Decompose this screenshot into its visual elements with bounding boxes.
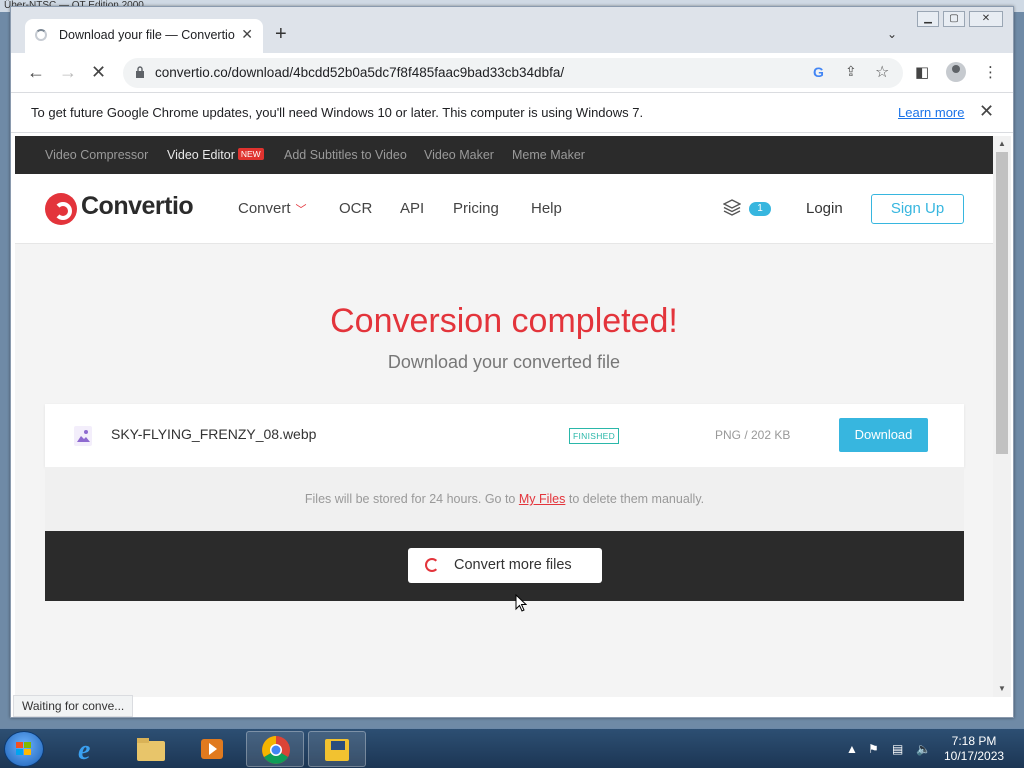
nav-pricing[interactable]: Pricing	[453, 200, 499, 217]
tab-strip: Download your file — Convertio ✕ + ⌄ ▁ ▢…	[11, 7, 1013, 53]
topbar-link-video-maker[interactable]: Video Maker	[424, 148, 494, 162]
scrollbar-thumb[interactable]	[996, 152, 1008, 454]
stop-loading-icon[interactable]: ✕	[91, 62, 106, 82]
clock-date: 10/17/2023	[944, 749, 1005, 763]
profile-avatar-icon[interactable]	[946, 62, 966, 82]
url-text[interactable]: convertio.co/download/4bcdd52b0a5dc7f8f4…	[155, 65, 564, 80]
browser-window: Download your file — Convertio ✕ + ⌄ ▁ ▢…	[10, 6, 1014, 718]
topbar-link-meme-maker[interactable]: Meme Maker	[512, 148, 585, 162]
tab-search-chevron-icon[interactable]: ⌄	[887, 27, 897, 41]
lock-icon	[136, 66, 144, 78]
show-hidden-icons-chevron-icon[interactable]: ▲	[846, 742, 858, 756]
forward-arrow-icon[interactable]: →	[59, 62, 77, 82]
infobar-close-icon[interactable]: ✕	[979, 101, 994, 122]
scroll-down-icon[interactable]: ▼	[998, 684, 1006, 693]
maximize-button[interactable]: ▢	[943, 11, 965, 27]
video-editor-label: Video Editor	[167, 148, 235, 162]
taskbar-internet-explorer-icon[interactable]: e	[60, 731, 118, 767]
page-title: Conversion completed!	[330, 302, 678, 340]
file-row: SKY-FLYING_FRENZY_08.webp FINISHED PNG /…	[45, 404, 964, 467]
file-format-size: PNG / 202 KB	[715, 428, 791, 442]
convertio-logo-icon[interactable]	[45, 193, 77, 225]
new-badge: NEW	[237, 148, 264, 160]
menu-kebab-icon[interactable]: ⋮	[983, 63, 998, 81]
download-button[interactable]: Download	[839, 418, 928, 452]
nav-convert-label: Convert	[238, 200, 291, 217]
nav-help[interactable]: Help	[531, 200, 562, 217]
address-bar[interactable]: convertio.co/download/4bcdd52b0a5dc7f8f4…	[123, 58, 903, 88]
layers-stack-icon[interactable]	[723, 198, 741, 216]
vertical-scrollbar[interactable]: ▲ ▼	[993, 136, 1011, 697]
tray-clock[interactable]: 7:18 PM 10/17/2023	[944, 734, 1004, 764]
back-arrow-icon[interactable]: ←	[27, 62, 45, 82]
storage-note-text-before: Files will be stored for 24 hours. Go to	[304, 492, 519, 506]
site-header: Convertio Convert ﹀ OCR API Pricing Help …	[15, 174, 993, 244]
refresh-icon	[425, 558, 439, 572]
tab-close-icon[interactable]: ✕	[241, 26, 253, 43]
start-button[interactable]	[4, 731, 44, 767]
topbar-link-video-compressor[interactable]: Video Compressor	[45, 148, 148, 162]
nav-api[interactable]: API	[400, 200, 424, 217]
login-link[interactable]: Login	[806, 200, 843, 217]
minimize-button[interactable]: ▁	[917, 11, 939, 27]
taskbar-media-player-icon[interactable]	[184, 731, 242, 767]
image-file-icon	[74, 426, 92, 446]
storage-note: Files will be stored for 24 hours. Go to…	[45, 467, 964, 531]
convert-more-label: Convert more files	[454, 557, 572, 573]
page-subtitle: Download your converted file	[387, 352, 621, 372]
tab-title: Download your file — Convertio	[59, 28, 235, 42]
windows-logo-icon	[16, 742, 31, 755]
mouse-cursor-icon	[515, 594, 527, 612]
status-badge: FINISHED	[569, 428, 620, 444]
topbar-link-video-editor[interactable]: Video Editor NEW	[167, 148, 264, 162]
new-tab-button[interactable]: +	[275, 24, 287, 44]
chevron-down-icon: ﹀	[295, 204, 307, 216]
signup-button[interactable]: Sign Up	[871, 194, 964, 224]
clock-time: 7:18 PM	[951, 734, 997, 748]
infobar-message: To get future Google Chrome updates, you…	[31, 105, 644, 120]
taskbar-explorer-folder-icon[interactable]	[122, 731, 180, 767]
loading-spinner-icon	[35, 29, 47, 41]
windows-taskbar: e ▲ ⚑ ▤ 🔈 7:18 PM 10/17/2023	[0, 728, 1024, 768]
volume-muted-icon[interactable]: 🔈	[916, 742, 931, 756]
page-viewport: Video Compressor Video Editor NEW Add Sub…	[15, 136, 993, 697]
brand-name[interactable]: Convertio	[81, 192, 194, 221]
status-bubble: Waiting for conve...	[13, 695, 134, 717]
nav-convert[interactable]: Convert ﹀	[238, 200, 307, 217]
storage-note-text-after: to delete them manually.	[565, 492, 705, 506]
bookmark-star-icon[interactable]: ☆	[875, 62, 889, 82]
share-icon[interactable]: ⇪	[845, 63, 857, 80]
network-icon[interactable]: ▤	[892, 742, 903, 756]
tools-topbar: Video Compressor Video Editor NEW Add Sub…	[15, 136, 993, 174]
my-files-link[interactable]: My Files	[519, 492, 566, 506]
learn-more-link[interactable]: Learn more	[898, 105, 964, 120]
browser-toolbar: ← → ✕ convertio.co/download/4bcdd52b0a5d…	[11, 53, 1013, 93]
topbar-link-add-subtitles[interactable]: Add Subtitles to Video	[284, 148, 407, 162]
side-panel-icon[interactable]: ◧	[915, 63, 929, 81]
taskbar-python-app-icon[interactable]	[308, 731, 366, 767]
google-icon[interactable]: G	[813, 64, 824, 80]
update-infobar: To get future Google Chrome updates, you…	[11, 93, 1013, 133]
tab-active[interactable]: Download your file — Convertio ✕	[25, 19, 263, 53]
svg-text:e: e	[78, 735, 90, 766]
convert-more-button[interactable]: Convert more files	[408, 548, 602, 583]
files-count-badge[interactable]: 1	[749, 202, 771, 216]
convert-more-panel: Convert more files	[45, 531, 964, 601]
taskbar-chrome-icon[interactable]	[246, 731, 304, 767]
scroll-up-icon[interactable]: ▲	[998, 139, 1006, 148]
nav-ocr[interactable]: OCR	[339, 200, 372, 217]
action-center-flag-icon[interactable]: ⚑	[868, 742, 879, 756]
close-window-button[interactable]: ✕	[969, 11, 1003, 27]
file-name: SKY-FLYING_FRENZY_08.webp	[111, 426, 317, 442]
